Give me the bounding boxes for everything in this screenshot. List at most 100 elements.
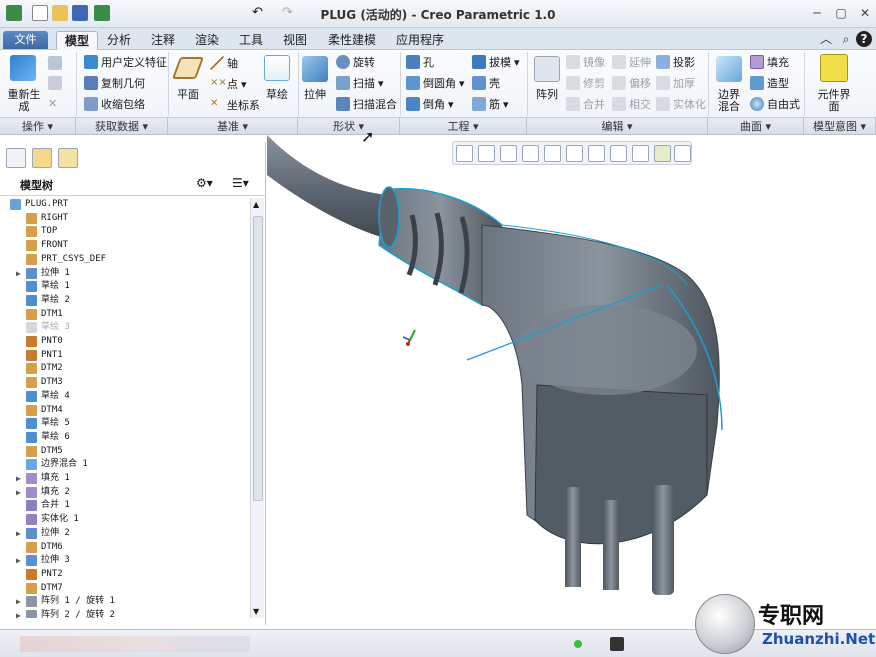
extend-button[interactable]: 延伸 — [612, 53, 651, 71]
sweep-button[interactable]: 扫描 ▾ — [336, 74, 384, 92]
favorites-tab-icon[interactable] — [58, 148, 78, 168]
display-style-icon[interactable] — [544, 145, 561, 162]
search-icon[interactable]: ⌕ — [838, 31, 854, 47]
freestyle-button[interactable]: 自由式 — [750, 95, 800, 113]
user-defined-feature-button[interactable]: 用户定义特征 — [84, 53, 167, 71]
model-tree-tab-icon[interactable] — [6, 148, 26, 168]
expand-arrow-icon[interactable]: ▶ — [16, 486, 21, 499]
group-surfaces[interactable]: 曲面 ▾ — [708, 117, 804, 134]
folder-browser-tab-icon[interactable] — [32, 148, 52, 168]
plug-model-view — [267, 135, 723, 595]
offset-button[interactable]: 偏移 — [612, 74, 651, 92]
extrude-button[interactable]: 拉伸 — [298, 89, 332, 101]
zoom-in-icon[interactable] — [478, 145, 495, 162]
expand-arrow-icon[interactable]: ▶ — [16, 609, 21, 618]
copy-geometry-button[interactable]: 复制几何 — [84, 74, 145, 92]
point-label: 点 — [227, 78, 238, 91]
show-menu-icon[interactable]: ☰▾ — [232, 176, 249, 190]
project-button[interactable]: 投影 — [656, 53, 695, 71]
group-shapes[interactable]: 形状 ▾ — [298, 117, 400, 134]
zoom-out-icon[interactable] — [500, 145, 517, 162]
chevron-down-icon: ▾ — [459, 76, 465, 90]
copy-icon[interactable] — [48, 54, 62, 72]
tree-item-label: PNT2 — [41, 568, 63, 579]
group-operations[interactable]: 操作 ▾ — [0, 117, 76, 134]
freestyle-icon — [750, 97, 764, 111]
csys-button[interactable]: ✕ 坐标系 — [210, 96, 260, 114]
settings-icon[interactable]: ⚙▾ — [196, 176, 213, 190]
trim-button[interactable]: 修剪 — [566, 74, 605, 92]
expand-arrow-icon[interactable]: ▶ — [16, 527, 21, 540]
expand-arrow-icon[interactable]: ▶ — [16, 595, 21, 608]
draft-button[interactable]: 拔模 ▾ — [472, 53, 520, 71]
plane-button[interactable]: 平面 — [172, 89, 204, 101]
merge-label: 合并 — [583, 98, 605, 111]
perspective-icon[interactable] — [610, 145, 627, 162]
tab-model[interactable]: 模型 — [56, 31, 98, 50]
regenerate-button[interactable]: 重新生成 — [4, 89, 44, 113]
chevron-down-icon: ▾ — [503, 97, 509, 111]
group-get-data[interactable]: 获取数据 ▾ — [76, 117, 168, 134]
saved-orientations-icon[interactable] — [566, 145, 583, 162]
delete-icon[interactable]: ✕ — [48, 94, 57, 112]
merge-icon — [26, 500, 37, 512]
tab-flexible-modeling[interactable]: 柔性建模 — [322, 31, 382, 50]
maximize-icon[interactable]: ▢ — [830, 4, 852, 22]
help-icon[interactable]: ? — [856, 31, 872, 47]
repaint-icon[interactable] — [522, 145, 539, 162]
expand-arrow-icon[interactable]: ▶ — [16, 472, 21, 485]
boundary-blend-button[interactable]: 边界混合 — [714, 89, 744, 113]
group-datum[interactable]: 基准 ▾ — [168, 117, 298, 134]
scrollbar-thumb[interactable] — [253, 216, 263, 501]
mirror-button[interactable]: 镜像 — [566, 53, 605, 71]
point-button[interactable]: ×× 点 ▾ — [210, 75, 247, 93]
component-interface-button[interactable]: 元件界面 — [814, 89, 854, 113]
thicken-button[interactable]: 加厚 — [656, 74, 695, 92]
expand-arrow-icon[interactable]: ▶ — [16, 554, 21, 567]
revolve-button[interactable]: 旋转 — [336, 53, 375, 71]
merge-button[interactable]: 合并 — [566, 95, 605, 113]
find-icon[interactable] — [610, 637, 624, 651]
graphics-window[interactable] — [267, 135, 876, 625]
shell-button[interactable]: 壳 — [472, 74, 500, 92]
hole-button[interactable]: 孔 — [406, 53, 434, 71]
intersect-button[interactable]: 相交 — [612, 95, 651, 113]
group-engineering[interactable]: 工程 ▾ — [400, 117, 527, 134]
round-button[interactable]: 倒圆角 ▾ — [406, 74, 465, 92]
close-icon[interactable]: ✕ — [854, 4, 876, 22]
file-menu[interactable]: 文件 — [3, 31, 48, 49]
paste-icon[interactable] — [48, 74, 62, 92]
model-tree-scrollbar[interactable]: ▲ ▼ — [250, 198, 264, 618]
ribbon-collapse-icon[interactable]: ︿ — [818, 31, 834, 47]
solidify-button[interactable]: 实体化 — [656, 95, 706, 113]
offset-icon — [612, 76, 626, 90]
tree-item-label: 草绘 2 — [41, 294, 70, 305]
expand-arrow-icon[interactable]: ▶ — [16, 267, 21, 280]
style-button[interactable]: 造型 — [750, 74, 789, 92]
tab-annotate[interactable]: 注释 — [146, 31, 180, 50]
message-area — [20, 636, 250, 652]
annotation-display-icon[interactable] — [654, 145, 671, 162]
tab-view[interactable]: 视图 — [278, 31, 312, 50]
tab-render[interactable]: 渲染 — [190, 31, 224, 50]
tab-applications[interactable]: 应用程序 — [390, 31, 450, 50]
sketch-button[interactable]: 草绘 — [258, 89, 296, 101]
spin-center-icon[interactable] — [674, 145, 691, 162]
axis-button[interactable]: 轴 — [210, 54, 238, 72]
chamfer-button[interactable]: 倒角 ▾ — [406, 95, 454, 113]
refit-icon[interactable] — [456, 145, 473, 162]
fill-button[interactable]: 填充 — [750, 53, 789, 71]
scroll-down-icon[interactable]: ▼ — [253, 607, 259, 616]
group-model-intent[interactable]: 模型意图 ▾ — [804, 117, 876, 134]
minimize-icon[interactable]: ─ — [806, 4, 828, 22]
rib-button[interactable]: 筋 ▾ — [472, 95, 509, 113]
group-editing[interactable]: 编辑 ▾ — [527, 117, 708, 134]
shrinkwrap-button[interactable]: 收缩包络 — [84, 95, 145, 113]
tab-tools[interactable]: 工具 — [234, 31, 268, 50]
datum-display-icon[interactable] — [632, 145, 649, 162]
tab-analysis[interactable]: 分析 — [102, 31, 136, 50]
swept-blend-button[interactable]: 扫描混合 — [336, 95, 397, 113]
pattern-button[interactable]: 阵列 — [530, 89, 564, 101]
view-manager-icon[interactable] — [588, 145, 605, 162]
scroll-up-icon[interactable]: ▲ — [253, 200, 259, 209]
